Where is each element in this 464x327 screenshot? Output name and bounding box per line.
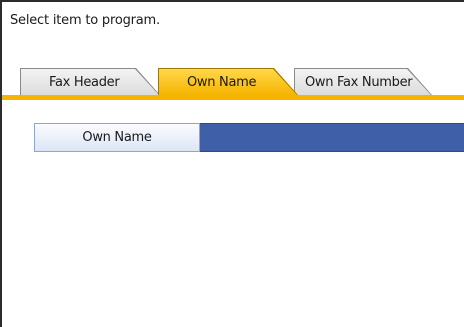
own-name-field[interactable] (200, 123, 464, 152)
screen-frame (0, 0, 464, 327)
active-tab-underline (2, 95, 464, 100)
tab-label: Own Fax Number (305, 74, 413, 90)
tab-label: Fax Header (49, 74, 120, 90)
tab-label: Own Name (187, 74, 257, 90)
tab-fax-header[interactable]: Fax Header (20, 68, 160, 95)
instruction-text: Select item to program. (10, 13, 160, 28)
tab-own-name[interactable]: Own Name (158, 68, 298, 95)
tab-own-fax-number[interactable]: Own Fax Number (294, 68, 432, 95)
own-name-button[interactable]: Own Name (34, 123, 200, 152)
